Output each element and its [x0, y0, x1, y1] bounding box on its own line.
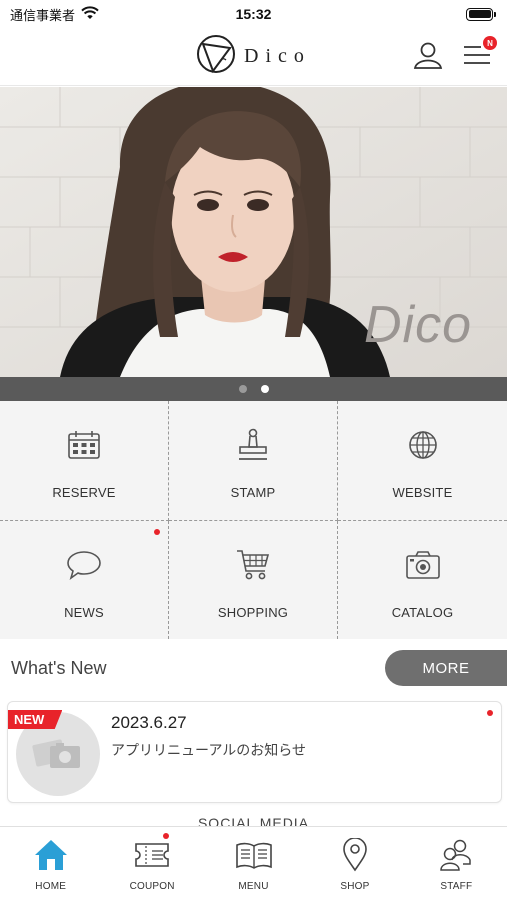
- user-icon: [413, 42, 443, 69]
- bottom-tab-bar: HOME COUPON MENU SHOP STAFF: [0, 826, 507, 900]
- news-date: 2023.6.27: [111, 713, 187, 732]
- carrier-name: 通信事業者: [10, 7, 76, 23]
- tab-label: SHOP: [340, 881, 370, 892]
- cart-icon: [235, 547, 271, 583]
- tab-shop[interactable]: SHOP: [304, 827, 405, 900]
- photo-placeholder-icon: [32, 739, 80, 768]
- people-icon: [439, 837, 473, 873]
- wifi-icon: [81, 5, 99, 23]
- home-icon: [33, 837, 69, 873]
- carousel-indicator: [0, 377, 507, 401]
- menu-grid: RESERVE STAMP WEBSITE NEWS SHOPPING CATA…: [0, 401, 507, 639]
- status-left: 通信事業者: [10, 5, 99, 24]
- menu-item-label: RESERVE: [52, 485, 116, 500]
- hero-banner[interactable]: Dico: [0, 87, 507, 377]
- coupon-icon: [134, 837, 170, 873]
- new-badge: NEW: [8, 710, 63, 729]
- notification-badge: N: [483, 36, 497, 50]
- tab-label: HOME: [35, 881, 67, 892]
- hamburger-menu-button[interactable]: N: [463, 36, 497, 73]
- tab-label: COUPON: [129, 881, 175, 892]
- status-time: 15:32: [235, 6, 272, 22]
- book-icon: [235, 837, 273, 873]
- logo[interactable]: Dico: [196, 34, 311, 79]
- tab-menu[interactable]: MENU: [203, 827, 304, 900]
- logo-text: Dico: [244, 45, 311, 67]
- unread-dot: [487, 710, 493, 716]
- app-header: Dico N: [0, 28, 507, 86]
- menu-item-stamp[interactable]: STAMP: [169, 401, 338, 521]
- hero-watermark-text: Dico: [364, 296, 473, 354]
- menu-item-news[interactable]: NEWS: [0, 521, 169, 639]
- tab-label: STAFF: [440, 881, 473, 892]
- news-title: アプリリニューアルのお知らせ: [111, 742, 307, 758]
- logo-mark-icon: [196, 34, 236, 79]
- status-bar: 通信事業者 15:32: [0, 0, 507, 28]
- menu-item-catalog[interactable]: CATALOG: [338, 521, 507, 639]
- unread-dot: [154, 529, 160, 535]
- speech-bubble-icon: [66, 547, 102, 583]
- whats-new-header: What's New MORE: [0, 650, 507, 686]
- carousel-dot[interactable]: [238, 385, 247, 393]
- globe-icon: [407, 427, 439, 463]
- stamp-icon: [237, 427, 269, 463]
- menu-item-website[interactable]: WEBSITE: [338, 401, 507, 521]
- carousel-dot-active[interactable]: [260, 385, 269, 393]
- calendar-icon: [67, 427, 101, 463]
- menu-item-shopping[interactable]: SHOPPING: [169, 521, 338, 639]
- menu-item-label: CATALOG: [391, 605, 454, 620]
- tab-home[interactable]: HOME: [0, 827, 101, 900]
- menu-item-label: STAMP: [230, 485, 276, 500]
- section-title: What's New: [11, 657, 107, 678]
- menu-item-label: SHOPPING: [217, 605, 289, 620]
- menu-item-reserve[interactable]: RESERVE: [0, 401, 169, 521]
- menu-item-label: NEWS: [64, 605, 104, 620]
- location-pin-icon: [341, 837, 369, 873]
- header-actions: N: [413, 36, 497, 75]
- tab-coupon[interactable]: COUPON: [101, 827, 202, 900]
- menu-item-label: WEBSITE: [392, 485, 453, 500]
- camera-icon: [405, 547, 441, 583]
- user-profile-button[interactable]: [413, 40, 443, 75]
- news-card[interactable]: NEW 2023.6.27 アプリリニューアルのお知らせ: [7, 701, 502, 803]
- tab-staff[interactable]: STAFF: [406, 827, 507, 900]
- battery-icon: [466, 7, 496, 21]
- tab-label: MENU: [238, 881, 269, 892]
- more-button[interactable]: MORE: [385, 650, 507, 686]
